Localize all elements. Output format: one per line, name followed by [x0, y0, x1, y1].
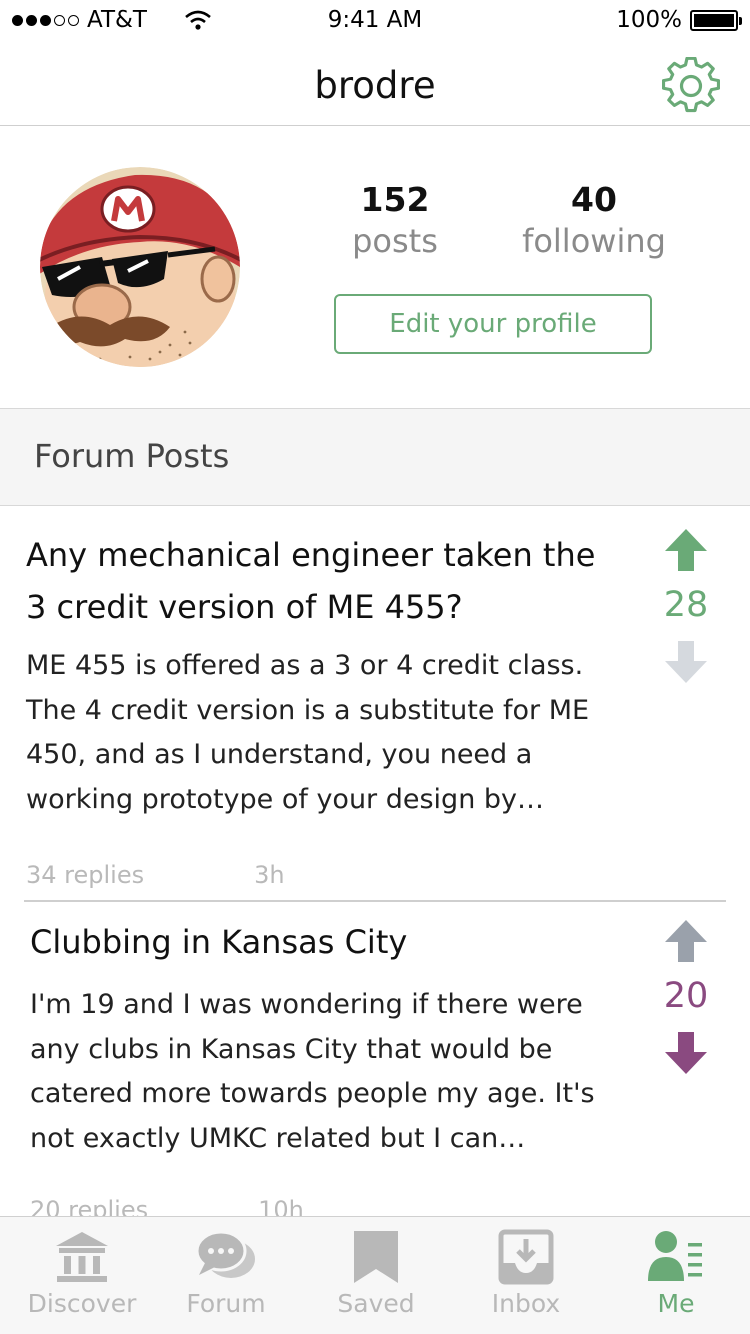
post-body-line: 450, and as I understand, you need a	[26, 739, 533, 770]
post-title-line: 3 credit version of ME 455?	[26, 588, 463, 626]
upvote-arrow-icon[interactable]	[663, 918, 709, 964]
vote-count: 20	[663, 976, 709, 1016]
status-right: 100%	[616, 7, 742, 33]
post-age: 3h	[254, 861, 285, 889]
post-meta: 34 replies 3h	[26, 861, 285, 889]
avatar[interactable]	[40, 167, 240, 367]
post-body-line: catered more towards people my age. It's	[30, 1078, 595, 1109]
post-body-line: working prototype of your design by…	[26, 783, 545, 815]
vote-control: 20	[656, 918, 716, 1076]
posts-stat[interactable]: 152 posts	[305, 181, 485, 263]
post-title-line: Clubbing in Kansas City	[30, 923, 408, 961]
person-list-icon	[648, 1231, 702, 1281]
post-body-line: The 4 credit version is a substitute for…	[26, 694, 590, 726]
forum-post[interactable]: Any mechanical engineer taken the 3 cred…	[0, 507, 750, 901]
downvote-arrow-icon[interactable]	[663, 1030, 709, 1076]
post-title[interactable]: Clubbing in Kansas City	[30, 916, 640, 968]
tab-me[interactable]: Me	[601, 1229, 750, 1333]
post-title-line: Any mechanical engineer taken the	[26, 536, 596, 574]
post-body-line: any clubs in Kansas City that would be	[30, 1033, 553, 1065]
tab-inbox[interactable]: Inbox	[451, 1229, 601, 1333]
forum-posts-header: Forum Posts	[0, 408, 750, 506]
posts-count: 152	[360, 180, 430, 219]
bank-icon	[56, 1232, 108, 1282]
downvote-arrow-icon[interactable]	[663, 639, 709, 685]
tab-label: Inbox	[491, 1289, 561, 1318]
tab-label: Discover	[27, 1289, 137, 1318]
section-title: Forum Posts	[34, 437, 230, 475]
tab-saved[interactable]: Saved	[301, 1229, 451, 1333]
forum-post[interactable]: Clubbing in Kansas City I'm 19 and I was…	[0, 902, 750, 1224]
following-count: 40	[571, 180, 617, 219]
post-body-line: ME 455 is offered as a 3 or 4 credit cla…	[26, 650, 584, 681]
tab-label: Forum	[186, 1289, 266, 1318]
post-body: I'm 19 and I was wondering if there were…	[30, 983, 630, 1161]
following-stat[interactable]: 40 following	[504, 181, 684, 263]
tab-bar: Discover Forum Saved Inbox Me	[0, 1216, 750, 1334]
post-body-line: I'm 19 and I was wondering if there were	[30, 989, 583, 1020]
bookmark-icon	[354, 1231, 398, 1283]
status-bar: AT&T 9:41 AM 100%	[0, 0, 750, 40]
vote-control: 28	[656, 527, 716, 685]
reply-count: 34 replies	[26, 861, 145, 889]
inbox-download-icon	[498, 1229, 554, 1285]
tab-forum[interactable]: Forum	[151, 1229, 301, 1333]
battery-icon	[690, 9, 742, 31]
vote-count: 28	[663, 585, 709, 625]
posts-label: posts	[352, 222, 438, 260]
post-title[interactable]: Any mechanical engineer taken the 3 cred…	[26, 529, 636, 633]
post-body: ME 455 is offered as a 3 or 4 credit cla…	[26, 644, 626, 822]
tab-label: Saved	[337, 1289, 415, 1318]
nav-header: brodre	[0, 40, 750, 126]
upvote-arrow-icon[interactable]	[663, 527, 709, 573]
tab-discover[interactable]: Discover	[7, 1229, 157, 1333]
chat-bubbles-icon	[195, 1230, 255, 1278]
edit-profile-button[interactable]: Edit your profile	[334, 294, 652, 354]
following-label: following	[522, 222, 666, 260]
tab-label: Me	[657, 1289, 695, 1318]
page-title: brodre	[314, 64, 436, 107]
gear-icon[interactable]	[662, 57, 720, 115]
post-body-line: not exactly UMKC related but I can…	[30, 1122, 526, 1154]
battery-percent: 100%	[616, 7, 682, 33]
profile-section: 152 posts 40 following Edit your profile	[0, 127, 750, 407]
